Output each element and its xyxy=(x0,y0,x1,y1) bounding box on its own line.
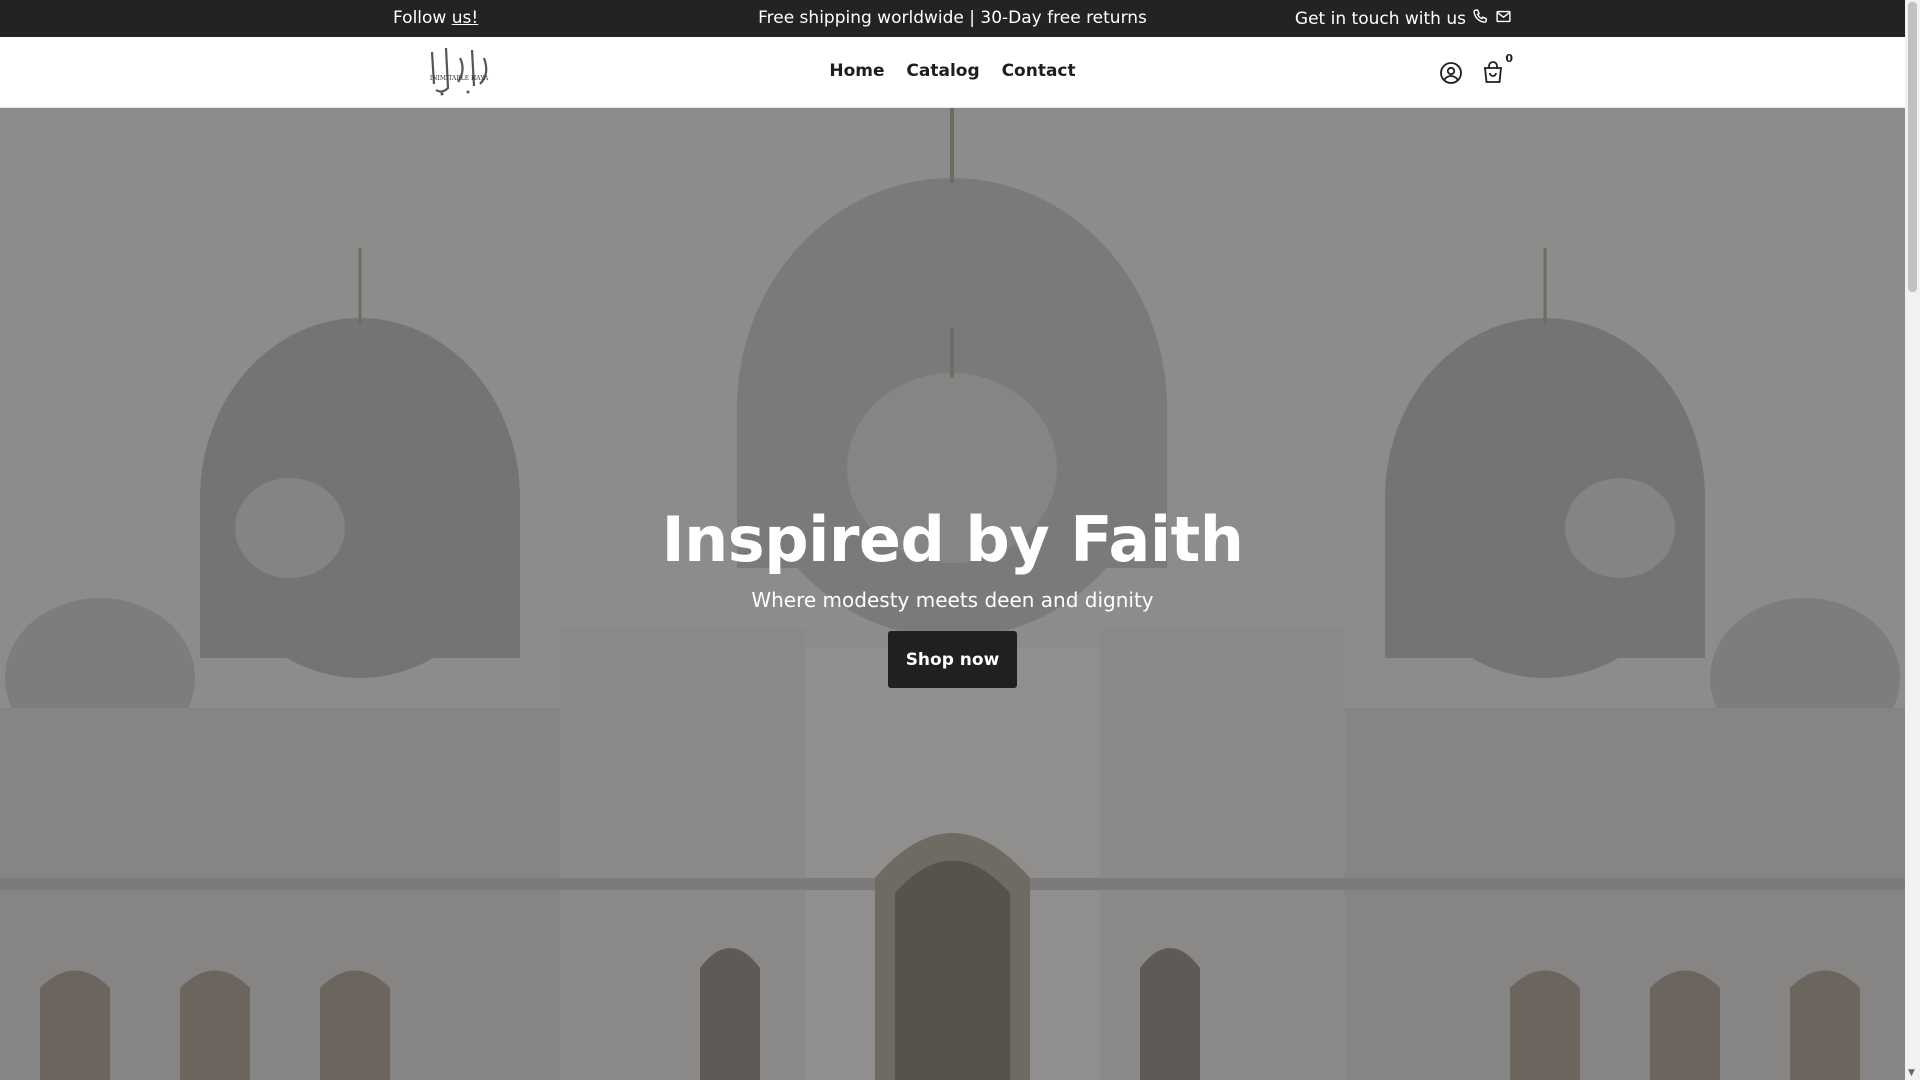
scroll-down-icon[interactable]: ▼ xyxy=(1908,1068,1915,1078)
nav-catalog[interactable]: Catalog xyxy=(906,61,979,81)
contact-area: Get in touch with us xyxy=(1295,8,1512,30)
cart-icon[interactable]: 0 xyxy=(1481,52,1513,85)
hero-banner: Inspired by Faith Where modesty meets de… xyxy=(0,108,1905,1080)
shop-now-button[interactable]: Shop now xyxy=(888,631,1017,688)
header-icons: 0 xyxy=(1439,52,1513,85)
hero-title: Inspired by Faith xyxy=(661,503,1244,576)
main-nav: Home Catalog Contact xyxy=(0,61,1905,81)
nav-home[interactable]: Home xyxy=(829,61,884,81)
announcement-bar: Follow us! Free shipping worldwide | 30-… xyxy=(0,0,1905,37)
account-icon[interactable] xyxy=(1439,61,1463,85)
mail-icon[interactable] xyxy=(1495,8,1512,30)
shipping-message: Free shipping worldwide | 30-Day free re… xyxy=(758,8,1147,28)
hero-subtitle: Where modesty meets deen and dignity xyxy=(751,588,1154,612)
phone-icon[interactable] xyxy=(1472,8,1489,30)
page-scrollbar[interactable]: ▼ xyxy=(1905,0,1920,1080)
cart-count-badge: 0 xyxy=(1505,52,1513,65)
nav-contact[interactable]: Contact xyxy=(1002,61,1076,81)
contact-text: Get in touch with us xyxy=(1294,9,1466,29)
scrollbar-thumb[interactable] xyxy=(1908,2,1917,292)
site-header: INIMITABLE HAYA Home Catalog Contact 0 xyxy=(0,37,1905,108)
